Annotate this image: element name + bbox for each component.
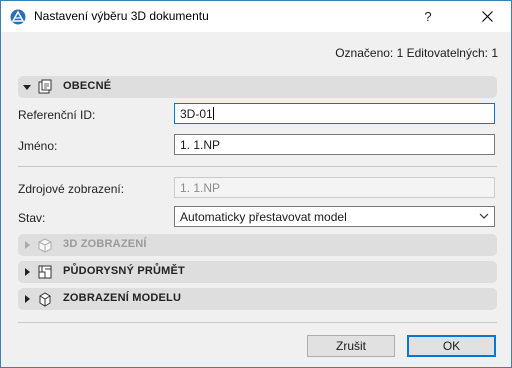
chevron-down-icon bbox=[479, 213, 489, 219]
section-model-view[interactable]: ZOBRAZENÍ MODELU bbox=[18, 288, 497, 310]
divider bbox=[18, 322, 497, 323]
expand-arrow-icon bbox=[23, 85, 31, 90]
reference-id-value: 3D-01 bbox=[180, 107, 213, 121]
archicad-app-icon bbox=[10, 9, 26, 25]
section-3d-view: 3D ZOBRAZENÍ bbox=[18, 234, 497, 256]
window-title: Nastavení výběru 3D dokumentu bbox=[34, 9, 209, 23]
document-settings-icon bbox=[38, 79, 52, 94]
3d-box-icon bbox=[38, 238, 52, 253]
floor-plan-icon bbox=[38, 265, 52, 279]
reference-id-input[interactable]: 3D-01 bbox=[174, 103, 495, 124]
section-general-label: OBECNÉ bbox=[63, 80, 112, 92]
ok-button[interactable]: OK bbox=[407, 335, 496, 357]
section-3d-view-label: 3D ZOBRAZENÍ bbox=[63, 238, 147, 250]
reference-id-label: Referenční ID: bbox=[18, 108, 96, 122]
close-button[interactable] bbox=[464, 1, 510, 32]
close-icon bbox=[481, 11, 493, 22]
source-view-label: Zdrojové zobrazení: bbox=[18, 182, 125, 196]
model-cube-icon bbox=[39, 292, 51, 307]
section-floor-plan-label: PŮDORYSNÝ PRŮMĚT bbox=[63, 265, 185, 277]
divider bbox=[18, 166, 497, 167]
section-general[interactable]: OBECNÉ bbox=[18, 76, 497, 98]
collapse-arrow-icon bbox=[25, 268, 30, 276]
text-caret bbox=[212, 107, 214, 120]
dialog-content: Označeno: 1 Editovatelných: 1 OBECNÉ Ref… bbox=[1, 32, 511, 367]
section-model-view-label: ZOBRAZENÍ MODELU bbox=[63, 292, 182, 304]
title-bar: Nastavení výběru 3D dokumentu ? bbox=[1, 1, 511, 32]
dialog-window: Nastavení výběru 3D dokumentu ? Označeno… bbox=[0, 0, 512, 368]
help-button[interactable]: ? bbox=[411, 1, 445, 32]
collapse-arrow-icon bbox=[25, 241, 30, 249]
name-input[interactable]: 1. 1.NP bbox=[174, 134, 495, 155]
status-value: Automaticky přestavovat model bbox=[180, 210, 347, 224]
status-label: Stav: bbox=[18, 211, 46, 225]
source-view-input: 1. 1.NP bbox=[174, 177, 495, 198]
source-view-value: 1. 1.NP bbox=[180, 181, 221, 195]
section-floor-plan[interactable]: PŮDORYSNÝ PRŮMĚT bbox=[18, 261, 497, 283]
cancel-button[interactable]: Zrušit bbox=[307, 335, 395, 357]
status-select[interactable]: Automaticky přestavovat model bbox=[174, 206, 495, 227]
name-value: 1. 1.NP bbox=[180, 138, 221, 152]
selection-info: Označeno: 1 Editovatelných: 1 bbox=[335, 46, 498, 60]
collapse-arrow-icon bbox=[25, 295, 30, 303]
name-label: Jméno: bbox=[18, 139, 58, 153]
